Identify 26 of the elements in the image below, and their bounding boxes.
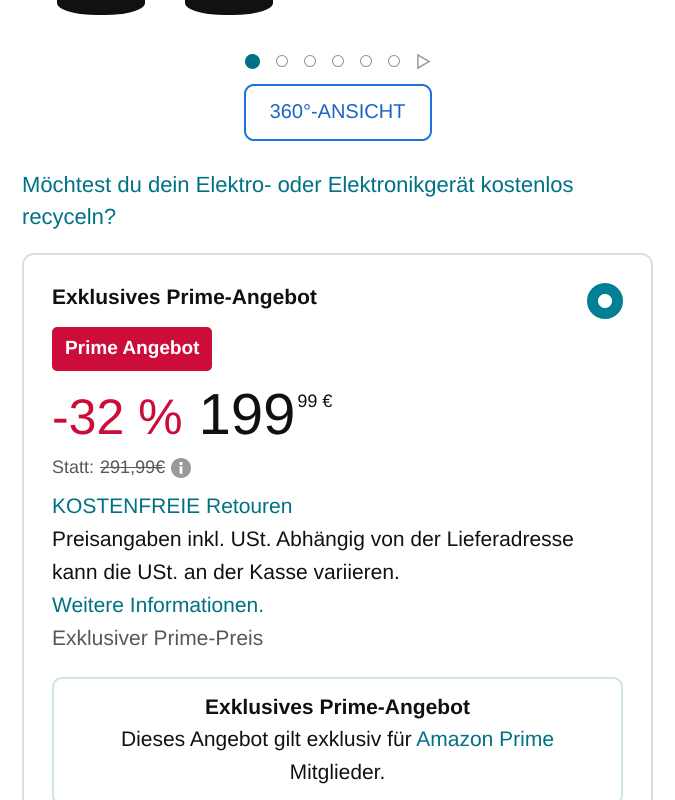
carousel-dot[interactable] (244, 54, 260, 68)
offer-title: Exklusives Prime-Angebot (52, 286, 317, 310)
play-icon[interactable] (416, 52, 430, 70)
carousel-dot[interactable] (304, 55, 316, 67)
more-info-link[interactable]: Weitere Informationen. (52, 589, 623, 622)
was-label: Statt: (52, 457, 94, 478)
was-price: 291,99€ (100, 457, 166, 478)
carousel-dot[interactable] (388, 55, 400, 67)
returns-link[interactable]: KOSTENFREIE Retouren (52, 490, 623, 523)
radio-button[interactable] (587, 283, 623, 319)
carousel-dot[interactable] (360, 55, 372, 67)
price-whole: 199 (198, 385, 296, 445)
recycle-link[interactable]: Möchtest du dein Elektro- oder Elektronikgerät kostenlos recyceln? (22, 169, 653, 233)
price-type: Exklusiver Prime-Preis (52, 626, 264, 652)
info-box-text: Dieses Angebot gilt exklusiv für Amazon Prime Mitglieder. (120, 727, 556, 786)
360-view-button[interactable]: 360°-ANSICHT (244, 84, 432, 141)
offer-card[interactable] (22, 253, 653, 800)
prime-link[interactable]: Amazon Prime (416, 728, 554, 751)
tax-note: Preisangaben inkl. USt. Abhängig von der Lieferadresse kann die USt. an der Kasse variieren. (52, 527, 575, 586)
carousel-dot[interactable] (332, 55, 344, 67)
discount-percent: -32 % (52, 389, 183, 445)
info-icon[interactable] (171, 458, 192, 478)
carousel-dot[interactable] (276, 55, 288, 67)
deal-badge: Prime Angebot (52, 327, 212, 371)
price-fraction: 99 € (297, 391, 332, 412)
info-box-title: Exklusives Prime-Angebot (204, 695, 471, 721)
